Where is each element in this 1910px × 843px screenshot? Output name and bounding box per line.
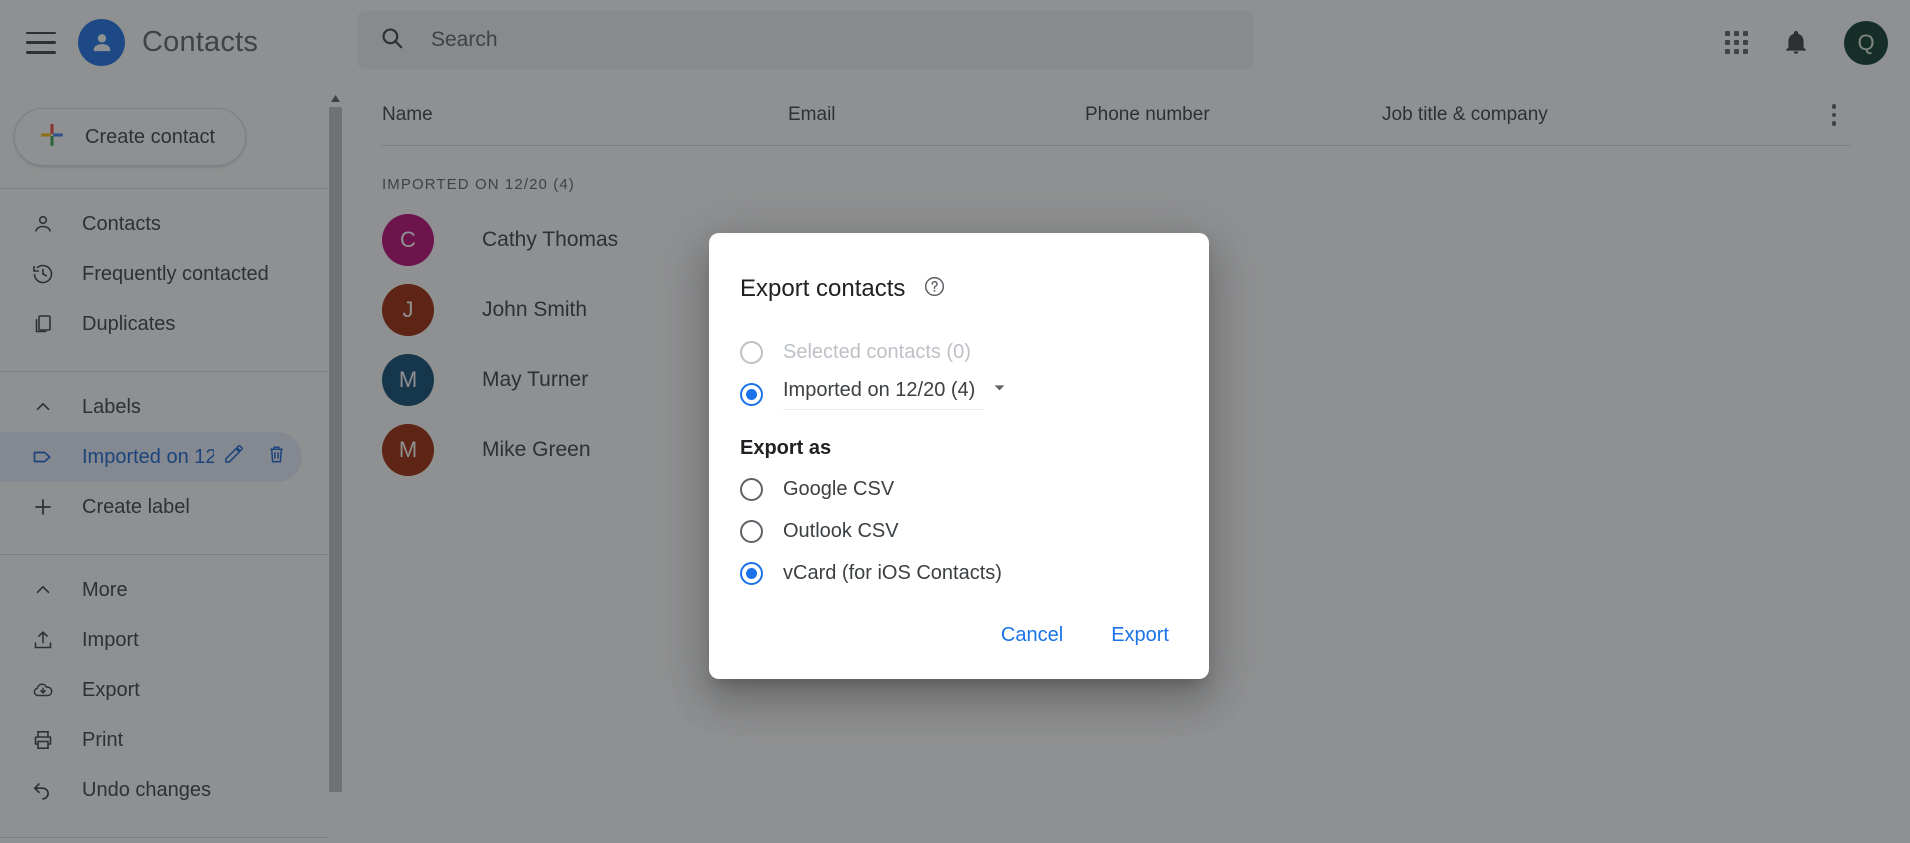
dialog-actions: Cancel Export [991, 616, 1179, 655]
radio-label: Google CSV [783, 477, 895, 500]
radio-button[interactable] [740, 340, 763, 364]
radio-button[interactable] [740, 382, 763, 406]
radio-imported-label[interactable]: Imported on 12/20 (4) [740, 373, 1178, 415]
app-root: Contacts Q [0, 0, 1910, 843]
cancel-button[interactable]: Cancel [991, 616, 1073, 655]
radio-vcard[interactable]: vCard (for iOS Contacts) [740, 552, 1178, 594]
dialog-body: Selected contacts (0) Imported on 12/20 … [709, 331, 1209, 594]
radio-label: Selected contacts (0) [783, 340, 971, 363]
radio-button[interactable] [740, 519, 763, 543]
radio-google-csv[interactable]: Google CSV [740, 468, 1178, 510]
radio-button[interactable] [740, 477, 763, 501]
label-select[interactable]: Imported on 12/20 (4) [783, 379, 1008, 410]
radio-label: Imported on 12/20 (4) [783, 378, 976, 401]
help-circle-icon[interactable] [923, 275, 946, 303]
radio-label: vCard (for iOS Contacts) [783, 561, 1002, 584]
radio-selected-contacts[interactable]: Selected contacts (0) [740, 331, 1178, 373]
dialog-title: Export contacts [740, 275, 906, 302]
select-underline [783, 408, 983, 410]
radio-outlook-csv[interactable]: Outlook CSV [740, 510, 1178, 552]
radio-label: Outlook CSV [783, 519, 899, 542]
chevron-down-icon[interactable] [991, 379, 1008, 401]
radio-button[interactable] [740, 561, 763, 585]
export-contacts-dialog: Export contacts Selected contacts (0) Im… [709, 233, 1209, 679]
export-as-label: Export as [740, 437, 832, 459]
dialog-header: Export contacts [709, 233, 1209, 303]
export-button[interactable]: Export [1101, 616, 1179, 655]
